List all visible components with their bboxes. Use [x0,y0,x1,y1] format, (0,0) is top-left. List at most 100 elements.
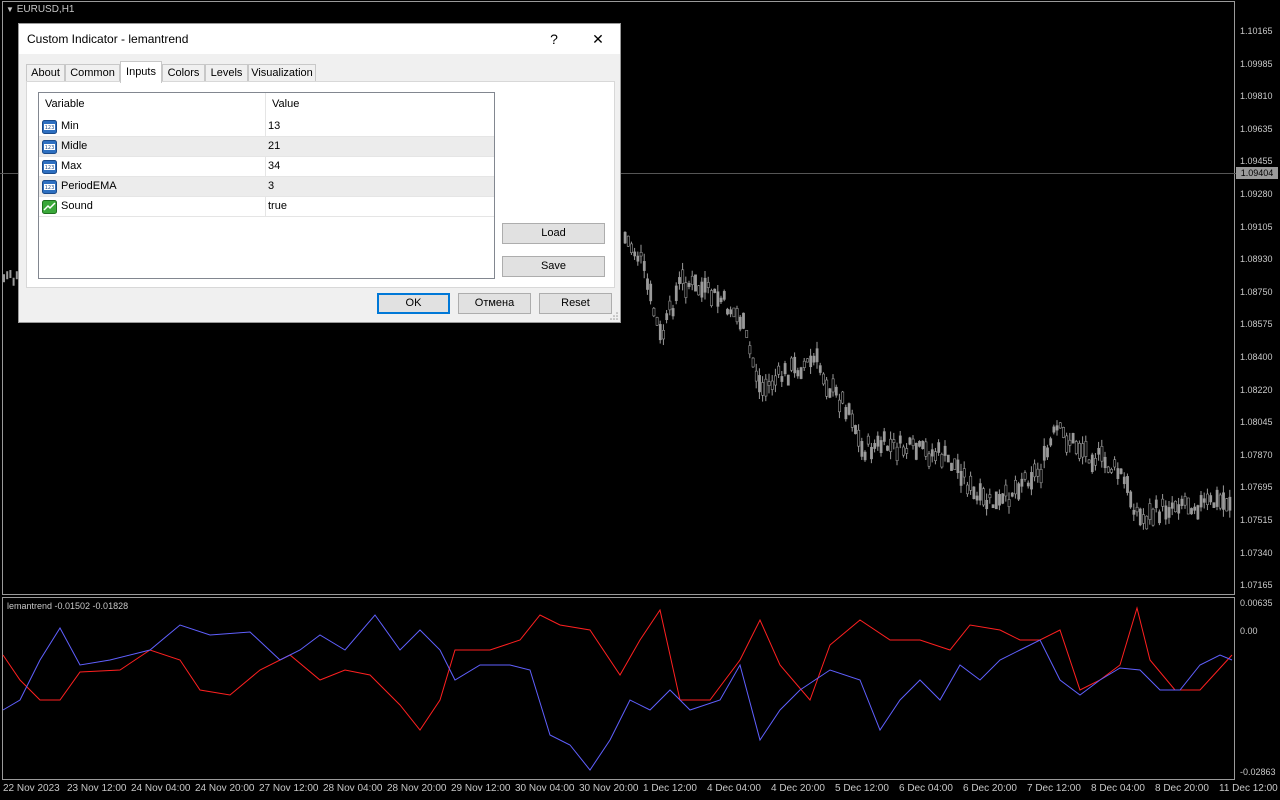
candle-body [841,391,845,404]
price-tick-label: 1.09985 [1240,58,1273,69]
candle-body [988,494,992,499]
candle-body [799,367,803,379]
svg-text:123: 123 [45,125,55,131]
tab-visualization[interactable]: Visualization [248,64,316,82]
table-row[interactable]: 123 Midle 21 [39,137,494,157]
candle-body [902,446,905,456]
numeric-icon: 123 [42,180,57,194]
candle-body [1228,496,1232,511]
variable-value[interactable]: 21 [268,140,280,152]
ok-button[interactable]: OK [377,293,450,314]
price-tick-label: 1.07870 [1240,449,1273,460]
candle-body [1052,426,1056,433]
reset-button[interactable]: Reset [539,293,612,314]
candle-body [815,348,819,363]
candle-body [985,499,989,510]
candle-body [1183,496,1187,506]
chevron-down-icon[interactable]: ▼ [6,5,14,14]
resize-grip-icon[interactable] [610,312,618,320]
indicator-label: lemantrend -0.01502 -0.01828 [7,601,129,611]
tab-inputs[interactable]: Inputs [120,61,162,83]
candle-body [850,413,854,428]
candle-body [796,370,800,377]
candle-body [921,440,925,450]
candle-body [962,468,966,478]
candle-body [748,345,752,355]
candle-body [1202,498,1206,503]
candle-body [649,283,653,302]
inputs-panel: Variable Value 123 Min 13 123 Midle 21 1… [26,81,615,288]
candle-body [873,443,877,449]
table-row[interactable]: 123 Min 13 [39,117,494,137]
tab-colors[interactable]: Colors [162,64,205,82]
candle-body [1068,439,1072,446]
candle-body [908,437,912,445]
candle-body [937,442,941,453]
price-tick-label: 1.07340 [1240,547,1273,558]
candle-body [892,439,896,443]
candle-body [895,446,899,461]
time-tick-label: 8 Dec 20:00 [1155,783,1209,794]
candle-body [639,252,643,257]
candle-body [754,370,758,382]
candle-body [3,274,5,283]
table-row[interactable]: Sound true [39,197,494,217]
candle-body [764,378,768,397]
time-tick-label: 8 Dec 04:00 [1091,783,1145,794]
candle-body [1129,491,1133,508]
candle-body [732,307,736,318]
candle-body [822,373,825,385]
close-button[interactable]: ✕ [583,28,613,50]
indicator-subwindow-frame [2,597,1235,780]
dialog-titlebar[interactable]: Custom Indicator - lemantrend ? ✕ [19,24,620,54]
column-header-value[interactable]: Value [266,93,494,115]
candle-body [1103,456,1107,469]
variable-name: Sound [61,200,93,212]
candle-body [1215,489,1219,507]
variable-value[interactable]: 3 [268,180,274,192]
save-button[interactable]: Save [502,256,605,277]
variable-value[interactable]: true [268,200,287,212]
candle-body [678,277,681,285]
lemantrend-red-line [2,606,1233,731]
candle-body [943,445,947,456]
column-header-variable[interactable]: Variable [39,93,265,115]
candle-body [882,431,886,442]
variable-value[interactable]: 13 [268,120,280,132]
candle-body [1158,511,1161,524]
load-button[interactable]: Load [502,223,605,244]
tab-common[interactable]: Common [65,64,120,82]
candle-body [886,445,889,451]
candle-body [930,449,934,457]
current-price-label: 1.09404 [1236,167,1278,179]
variable-name: Min [61,120,79,132]
table-row[interactable]: 123 Max 34 [39,157,494,177]
candle-body [790,357,793,371]
table-row[interactable]: 123 PeriodEMA 3 [39,177,494,197]
candle-body [1174,500,1177,513]
candle-body [1190,508,1193,515]
tab-levels[interactable]: Levels [205,64,248,82]
candle-body [786,374,790,386]
time-tick-label: 30 Nov 04:00 [515,783,575,794]
candle-body [729,309,733,315]
candle-body [681,269,685,284]
candle-body [854,425,857,435]
candle-body [876,435,880,447]
candle-body [1007,499,1011,508]
candle-body [700,281,704,298]
candle-body [783,363,787,375]
boolean-icon [42,200,57,214]
candle-body [959,470,963,486]
candle-body [770,380,774,390]
price-tick-label: 1.08575 [1240,319,1273,330]
cancel-button[interactable]: Отмена [458,293,531,314]
variable-value[interactable]: 34 [268,160,280,172]
help-button[interactable]: ? [539,28,569,50]
candle-body [687,283,691,287]
candle-body [1164,505,1168,520]
tab-about[interactable]: About [26,64,65,82]
candle-body [626,235,630,247]
candle-body [694,274,697,292]
price-tick-label: 1.08930 [1240,254,1273,265]
